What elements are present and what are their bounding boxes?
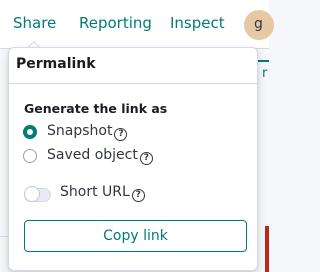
question-circle-icon[interactable]: ? [131,189,145,202]
background-danger-strip [265,226,269,272]
saved-object-radio[interactable] [23,149,37,163]
inspect-link[interactable]: Inspect [170,14,225,32]
generate-link-label: Generate the link as [24,101,168,116]
snapshot-label: Snapshot? [47,123,128,141]
short-url-label: Short URL? [60,184,145,202]
popover-divider [9,83,257,84]
share-popover: Permalink Generate the link as Snapshot?… [8,47,258,271]
switch-knob [24,186,40,202]
share-link[interactable]: Share [13,14,56,32]
question-circle-icon[interactable]: ? [139,152,153,165]
popover-title: Permalink [16,56,96,72]
snapshot-radio[interactable] [23,125,37,139]
avatar-initial: g [254,16,263,32]
reporting-link[interactable]: Reporting [79,14,152,32]
question-circle-icon[interactable]: ? [114,128,128,141]
background-partial-text: r [262,66,268,81]
top-nav: Share Reporting Inspect g [0,0,274,49]
avatar[interactable]: g [244,10,274,40]
app-window: Share Reporting Inspect g r Permalink Ge… [0,0,274,272]
saved-object-label: Saved object? [47,147,153,165]
copy-link-button[interactable]: Copy link [24,220,247,252]
